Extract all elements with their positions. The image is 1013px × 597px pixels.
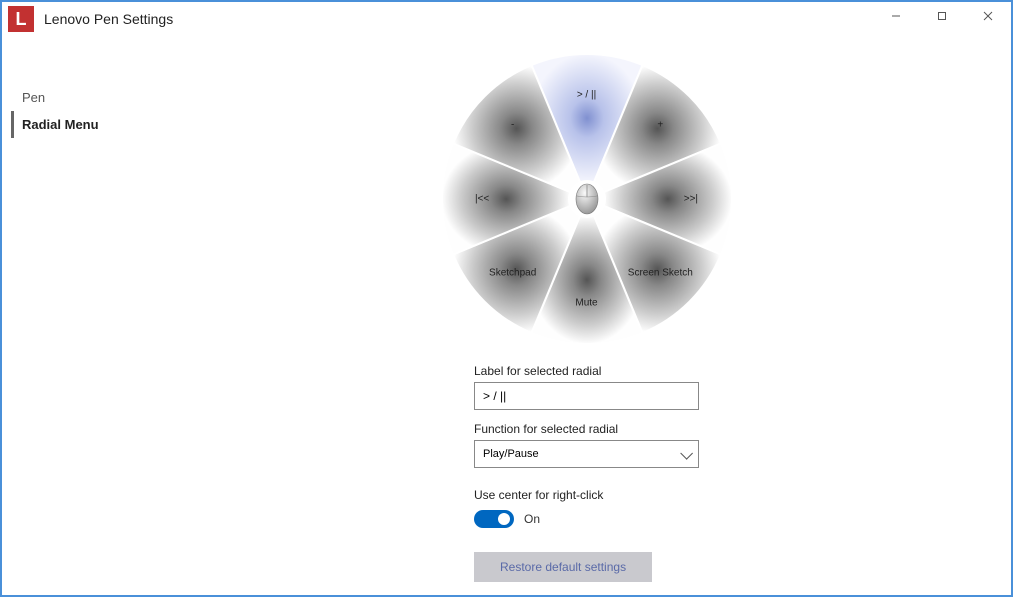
app-title: Lenovo Pen Settings (44, 11, 173, 27)
sidebar: Pen Radial Menu (2, 34, 162, 595)
radial-menu-wheel: > / ||+>>|Screen SketchMuteSketchpad|<<- (442, 54, 732, 344)
form-section: Label for selected radial Function for s… (474, 364, 699, 582)
maximize-button[interactable] (919, 2, 965, 30)
close-button[interactable] (965, 2, 1011, 30)
center-toggle-label: Use center for right-click (474, 488, 699, 502)
function-field-label: Function for selected radial (474, 422, 699, 436)
function-select[interactable]: Play/Pause (474, 440, 699, 468)
main-panel: > / ||+>>|Screen SketchMuteSketchpad|<<-… (162, 34, 1011, 595)
center-toggle[interactable] (474, 510, 514, 528)
app-icon: L (8, 6, 34, 32)
window-controls (873, 2, 1011, 30)
label-input[interactable] (474, 382, 699, 410)
restore-defaults-button[interactable]: Restore default settings (474, 552, 652, 582)
titlebar: L Lenovo Pen Settings (2, 2, 1011, 34)
minimize-button[interactable] (873, 2, 919, 30)
center-toggle-state: On (524, 512, 540, 526)
sidebar-item-radial-menu[interactable]: Radial Menu (11, 111, 162, 138)
sidebar-item-pen[interactable]: Pen (22, 84, 162, 111)
label-field-label: Label for selected radial (474, 364, 699, 378)
